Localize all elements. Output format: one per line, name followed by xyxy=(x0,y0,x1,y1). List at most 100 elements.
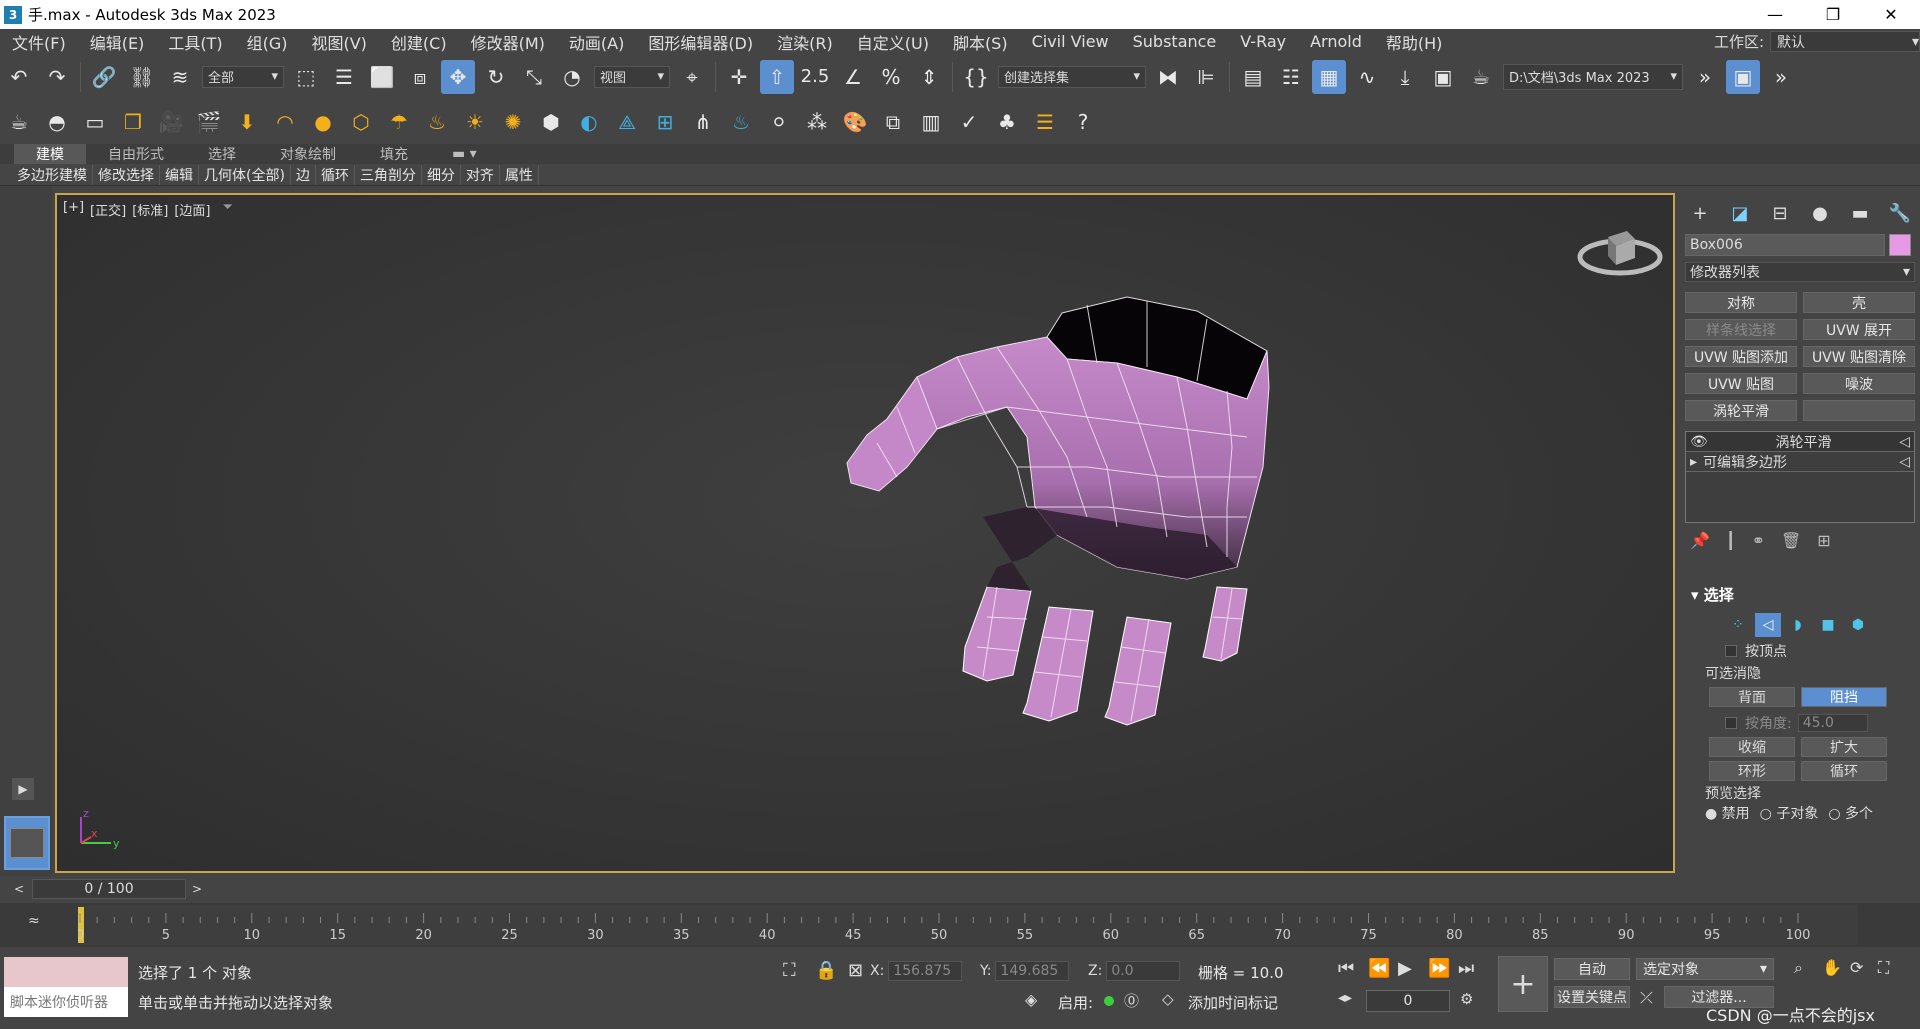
panel-edit[interactable]: 编辑 xyxy=(160,164,199,185)
show-end-result-icon[interactable]: ┃ xyxy=(1726,531,1736,550)
lock-icon[interactable]: 🔒 xyxy=(815,960,837,981)
border-icon[interactable]: ◗ xyxy=(1785,613,1811,637)
copy-object-icon[interactable]: ❐ xyxy=(116,105,150,139)
next-key-icon[interactable]: ⏩ xyxy=(1428,958,1450,979)
ambient-light-icon[interactable]: ✺ xyxy=(496,105,530,139)
snap-toggle-icon[interactable]: 2.5 xyxy=(798,60,832,94)
object-color-swatch[interactable] xyxy=(1889,234,1911,256)
curve-editor-icon[interactable]: ∿ xyxy=(1350,60,1384,94)
named-selection-dropdown[interactable]: 创建选择集 ▾ xyxy=(998,65,1146,88)
list-icon[interactable]: ☰ xyxy=(1028,105,1062,139)
key-mode-icon[interactable]: ◂▸ xyxy=(1338,990,1352,1006)
stack-toggle-icon[interactable]: ◁ xyxy=(1899,434,1910,450)
auto-key-button[interactable]: 自动 xyxy=(1554,958,1630,980)
grow-button[interactable]: 扩大 xyxy=(1801,737,1887,757)
viewport-orthographic[interactable]: [+] [正交] [标准] [边面] ⏷ z y x xyxy=(55,193,1675,873)
isolate-selection-icon[interactable]: ⛶ xyxy=(783,960,796,981)
maxscript-input[interactable] xyxy=(4,957,128,987)
keyboard-shortcut-toggle-icon[interactable]: ⇧ xyxy=(760,59,794,94)
undo-icon[interactable]: ↶ xyxy=(2,60,36,94)
render-setup-icon[interactable]: ☕ xyxy=(1464,60,1498,94)
modifier-button[interactable]: 噪波 xyxy=(1803,373,1915,394)
polygon-icon[interactable]: ■ xyxy=(1815,613,1841,637)
backface-button[interactable]: 背面 xyxy=(1709,687,1795,707)
spinner-snap-icon[interactable]: ⇕ xyxy=(912,60,946,94)
tab-selection[interactable]: 选择 xyxy=(186,144,258,164)
tab-populate[interactable]: 填充 xyxy=(358,144,430,164)
panel-subdivision[interactable]: 细分 xyxy=(422,164,461,185)
current-frame-field[interactable]: 0 xyxy=(1366,990,1450,1012)
material-sphere-icon[interactable]: ⚪ xyxy=(762,105,796,139)
adaptive-degradation-icon[interactable]: ◈ xyxy=(1025,990,1037,1009)
menu-scripting[interactable]: 脚本(S) xyxy=(941,30,1020,54)
orbit-icon[interactable]: ⟳ xyxy=(1850,958,1863,977)
modifier-list-dropdown[interactable]: 修改器列表 ▾ xyxy=(1685,262,1915,282)
tag-icon[interactable]: ◇ xyxy=(1162,990,1174,1008)
select-manipulate-icon[interactable]: ✛ xyxy=(722,60,756,94)
menu-rendering[interactable]: 渲染(R) xyxy=(765,30,845,54)
workspace-select[interactable]: 默认 ▾ xyxy=(1770,31,1920,52)
maxscript-hint[interactable]: 脚本迷你侦听器 xyxy=(4,987,128,1017)
play-icon[interactable]: ▶ xyxy=(1398,958,1412,979)
edge-icon[interactable]: ◁ xyxy=(1755,613,1781,637)
ring-button[interactable]: 环形 xyxy=(1709,761,1795,781)
occluded-button[interactable]: 阻挡 xyxy=(1801,687,1887,707)
create-tab-icon[interactable]: + xyxy=(1680,203,1720,224)
preview-subobject-radio[interactable]: ○ 子对象 xyxy=(1760,803,1819,823)
panel-loops[interactable]: 循环 xyxy=(316,164,355,185)
menu-help[interactable]: 帮助(H) xyxy=(1374,30,1455,54)
utilities-tab-icon[interactable]: 🔧 xyxy=(1880,203,1920,224)
key-filter-dropdown[interactable]: 选定对象 ▾ xyxy=(1636,958,1774,980)
angle-value[interactable]: 45.0 xyxy=(1797,714,1868,732)
modifier-button[interactable]: UVW 贴图 xyxy=(1685,373,1797,394)
angle-snap-icon[interactable]: ∠ xyxy=(836,60,870,94)
eye-icon[interactable]: 👁 xyxy=(1690,434,1708,450)
ref-coord-dropdown[interactable]: 视图 ▾ xyxy=(594,65,670,88)
remove-modifier-icon[interactable]: 🗑 xyxy=(1781,531,1801,550)
rect-selection-icon[interactable]: ⬜ xyxy=(365,60,399,94)
vray-logo-icon[interactable]: ✓ xyxy=(952,105,986,139)
timeline-ruler[interactable]: 0 5 10 15 20 25 30 35 40 45 50 55 60 65 70 75 80 85 90 95 10… xyxy=(78,905,1858,945)
modifier-button[interactable]: 壳 xyxy=(1803,292,1915,313)
material-multi-icon[interactable]: ⁂ xyxy=(800,105,834,139)
link-icon[interactable]: 🔗 xyxy=(87,60,121,94)
curve-editor-toggle-icon[interactable]: ≈ xyxy=(28,913,40,929)
next-frame-icon[interactable]: > xyxy=(192,882,202,896)
viewport-menu-plus[interactable]: [+] xyxy=(63,200,84,219)
menu-customize[interactable]: 自定义(U) xyxy=(845,30,941,54)
plane-icon[interactable]: ⊞ xyxy=(648,105,682,139)
sphere-fade-icon[interactable]: ◐ xyxy=(572,105,606,139)
shrink-button[interactable]: 收缩 xyxy=(1709,737,1795,757)
modifier-button[interactable]: 对称 xyxy=(1685,292,1797,313)
menu-group[interactable]: 组(G) xyxy=(235,30,300,54)
display-tab-icon[interactable]: ▬ xyxy=(1840,203,1880,224)
time-tag-icon[interactable]: ⓪ xyxy=(1124,990,1139,1011)
camera-icon[interactable]: 🎥 xyxy=(154,105,188,139)
fur-icon[interactable]: ⋔ xyxy=(686,105,720,139)
selection-filter-dropdown[interactable]: 全部 ▾ xyxy=(202,65,284,88)
modifier-button[interactable]: 样条线选择 xyxy=(1685,319,1797,340)
tab-object-paint[interactable]: 对象绘制 xyxy=(258,144,358,164)
more-icon[interactable]: » xyxy=(1764,60,1798,94)
restore-button[interactable]: ❐ xyxy=(1804,0,1862,29)
modifier-button[interactable]: UVW 贴图清除 xyxy=(1803,346,1915,367)
save-icon[interactable]: ▣ xyxy=(1726,59,1760,94)
modifier-button[interactable] xyxy=(1803,400,1915,421)
menu-animation[interactable]: 动画(A) xyxy=(557,30,636,54)
menu-tools[interactable]: 工具(T) xyxy=(156,30,234,54)
zoom-icon[interactable]: ⌕ xyxy=(1794,958,1803,978)
time-config-icon[interactable]: ⚙ xyxy=(1460,990,1473,1008)
pivot-center-icon[interactable]: ⌖ xyxy=(675,60,709,94)
tab-modeling[interactable]: 建模 xyxy=(14,144,86,164)
menu-civil-view[interactable]: Civil View xyxy=(1020,32,1121,51)
preview-multiple-radio[interactable]: ○ 多个 xyxy=(1828,803,1873,823)
material-converter-icon[interactable]: ⧉ xyxy=(876,105,910,139)
stack-item-editable-poly[interactable]: ▸ 可编辑多边形 ◁ xyxy=(1686,452,1914,472)
ribbon-options-icon[interactable]: ▬ ▾ xyxy=(430,146,499,162)
key-tangent-icon[interactable]: ⤫ xyxy=(1640,988,1653,1008)
panel-poly-modeling[interactable]: 多边形建模 xyxy=(12,164,93,185)
stack-toggle-icon[interactable]: ◁ xyxy=(1899,454,1910,470)
project-path-dropdown[interactable]: D:\文档\3ds Max 2023 ▾ xyxy=(1503,63,1683,90)
align-icon[interactable]: ⊫ xyxy=(1189,60,1223,94)
menu-create[interactable]: 创建(C) xyxy=(379,30,459,54)
